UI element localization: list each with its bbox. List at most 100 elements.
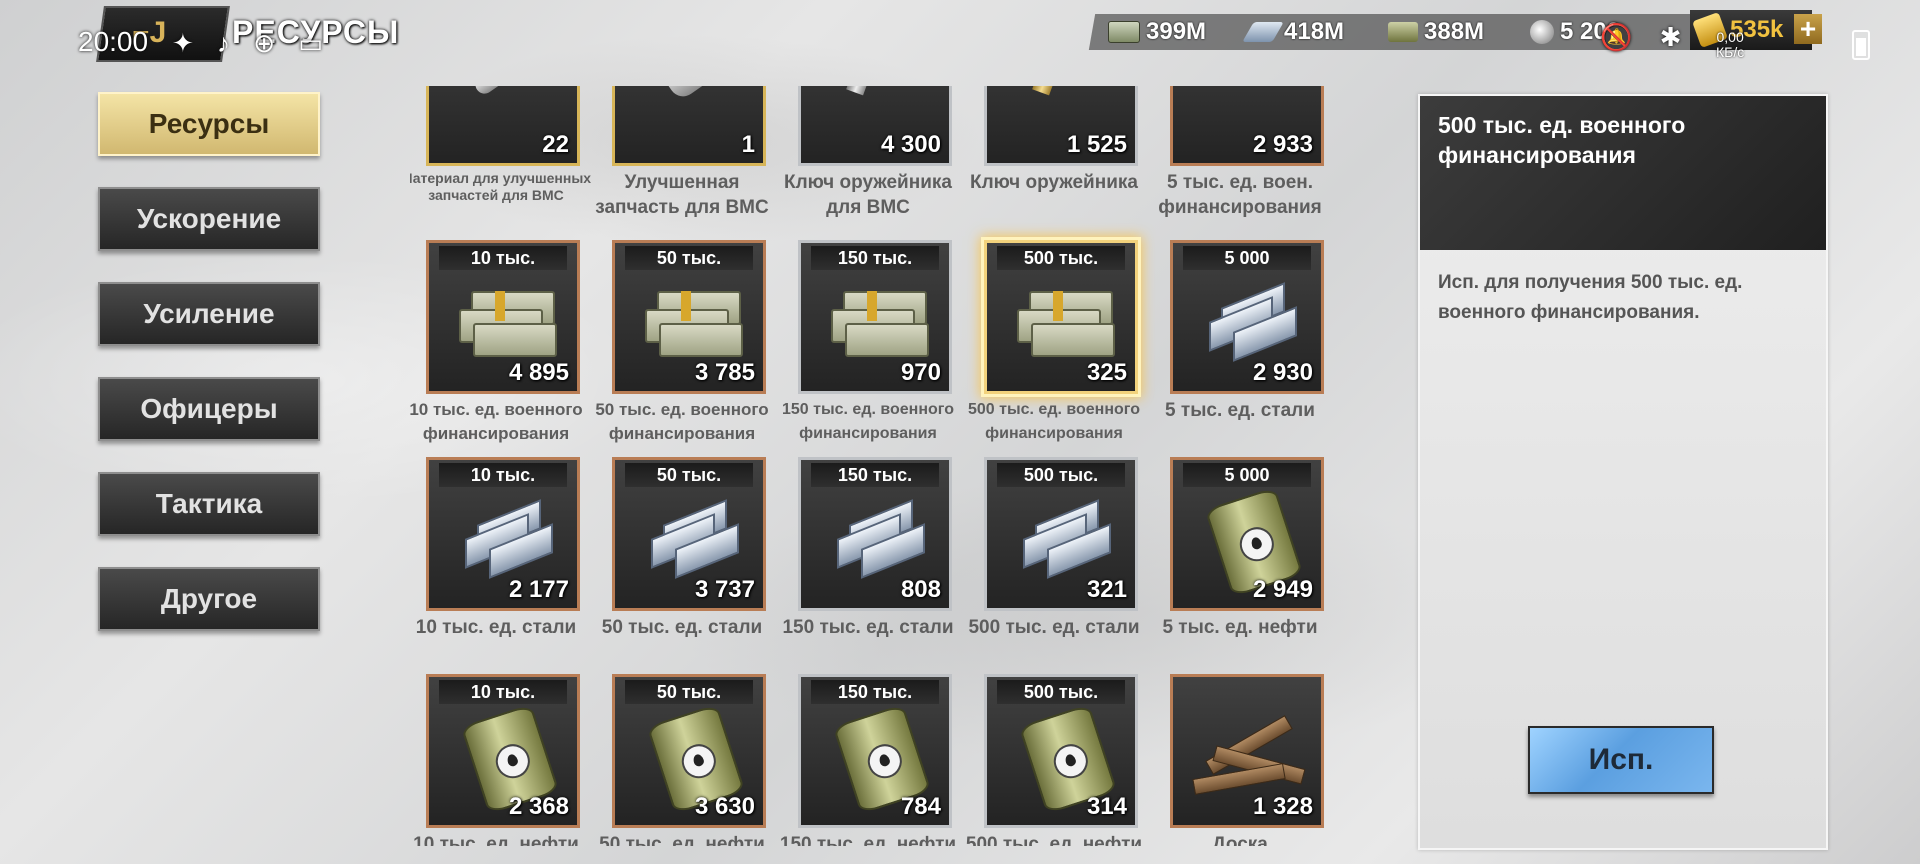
item-name: 10 тыс. ед. стали: [415, 617, 577, 638]
item-badge: 150 тыс.: [811, 463, 939, 487]
item-badge: 50 тыс.: [625, 463, 753, 487]
item-count: 2 930: [1252, 359, 1313, 386]
item-name: 150 тыс. ед. нефти: [779, 834, 957, 846]
item-cell[interactable]: 2 933 5 тыс. ед. воен. финансирования: [1154, 86, 1326, 228]
resource-money-value: 399M: [1146, 18, 1207, 45]
item-badge: 500 тыс.: [997, 463, 1125, 487]
item-cell[interactable]: 500 тыс. 314 500 тыс. ед. нефти: [966, 674, 1142, 846]
item-name: 50 тыс. ед. военного финансирования: [595, 400, 769, 443]
item-badge: 500 тыс.: [997, 246, 1125, 270]
item-tile[interactable]: 500 тыс. 325: [984, 240, 1138, 394]
item-tile[interactable]: 4 300: [798, 86, 952, 166]
item-detail-panel: 500 тыс. ед. военного финансирования Исп…: [1418, 94, 1828, 850]
wood-planks-icon: [1192, 715, 1313, 797]
item-cell[interactable]: 500 тыс. 321 500 тыс. ед. стали: [968, 457, 1140, 673]
item-tile[interactable]: 10 тыс. 4 895: [426, 240, 580, 394]
item-tile[interactable]: 10 тыс. 2 177: [426, 457, 580, 611]
steel-icon: [1242, 22, 1284, 42]
resource-steel[interactable]: 418M: [1242, 14, 1345, 50]
sidebar-item-other[interactable]: Другое: [98, 567, 320, 631]
cash-icon: [831, 291, 929, 357]
item-tile[interactable]: 50 тыс. 3 630: [612, 674, 766, 828]
item-badge: 5 000: [1183, 463, 1311, 487]
item-tile[interactable]: 50 тыс. 3 737: [612, 457, 766, 611]
item-cell[interactable]: 1 Улучшенная запчасть для ВМС: [595, 86, 769, 228]
item-grid[interactable]: 22 Материал для улучшенных запчастей для…: [410, 86, 1344, 846]
item-count: 784: [900, 793, 941, 820]
item-count: 4 300: [880, 131, 941, 158]
item-cell[interactable]: 50 тыс. 3 630 50 тыс. ед. нефти: [596, 674, 768, 846]
item-name: Ключ оружейника: [970, 172, 1138, 193]
money-icon: [1108, 21, 1140, 43]
silver-key-icon: [846, 86, 894, 96]
sidebar-item-officers[interactable]: Офицеры: [98, 377, 320, 441]
detail-title: 500 тыс. ед. военного финансирования: [1438, 112, 1686, 168]
item-cell[interactable]: 1 525 Ключ оружейника: [968, 86, 1140, 228]
item-cell[interactable]: 150 тыс. 808 150 тыс. ед. стали: [782, 457, 954, 673]
steel-icon: [641, 499, 741, 579]
resource-steel-value: 418M: [1284, 18, 1345, 45]
item-name: Материал для улучшенных запчастей для ВМ…: [410, 170, 592, 203]
resource-oil-value: 388M: [1424, 18, 1485, 45]
item-cell[interactable]: 5 000 2 949 5 тыс. ед. нефти: [1154, 457, 1326, 673]
item-count: 2 933: [1252, 131, 1313, 158]
item-cell[interactable]: 5 000 2 930 5 тыс. ед. стали: [1154, 240, 1326, 456]
item-cell[interactable]: 10 тыс. 4 895 10 тыс. ед. военного финан…: [410, 240, 583, 456]
use-button[interactable]: Исп.: [1528, 726, 1714, 794]
network-speed-value: 0,00: [1716, 29, 1744, 45]
sidebar-item-speedup[interactable]: Ускорение: [98, 187, 320, 251]
item-tile[interactable]: 500 тыс. 321: [984, 457, 1138, 611]
item-badge: 150 тыс.: [811, 680, 939, 704]
item-count: 3 785: [694, 359, 755, 386]
item-cell[interactable]: 4 300 Ключ оружейника для ВМС: [782, 86, 954, 228]
item-tile[interactable]: 1 525: [984, 86, 1138, 166]
item-cell[interactable]: 50 тыс. 3 785 50 тыс. ед. военного финан…: [595, 240, 769, 456]
item-badge: 10 тыс.: [439, 680, 567, 704]
item-count: 3 630: [694, 793, 755, 820]
item-cell[interactable]: 150 тыс. 970 150 тыс. ед. военного финан…: [782, 240, 954, 456]
item-tile[interactable]: 50 тыс. 3 785: [612, 240, 766, 394]
item-cell[interactable]: 1 328 Доска: [1154, 674, 1326, 846]
sidebar-item-boost[interactable]: Усиление: [98, 282, 320, 346]
item-tile[interactable]: 150 тыс. 808: [798, 457, 952, 611]
item-name: 5 тыс. ед. нефти: [1162, 617, 1318, 638]
item-cell[interactable]: 10 тыс. 2 368 10 тыс. ед. нефти: [410, 674, 582, 846]
cash-icon: [1017, 291, 1115, 357]
item-cell[interactable]: 10 тыс. 2 177 10 тыс. ед. стали: [410, 457, 582, 673]
item-cell[interactable]: 22 Материал для улучшенных запчастей для…: [410, 86, 591, 228]
item-tile[interactable]: 5 000 2 949: [1170, 457, 1324, 611]
item-badge: 10 тыс.: [439, 463, 567, 487]
item-tile[interactable]: 2 933: [1170, 86, 1324, 166]
cash-icon: [459, 291, 557, 357]
item-name: 5 тыс. ед. воен. финансирования: [1158, 172, 1322, 218]
add-gold-button[interactable]: +: [1794, 14, 1822, 44]
item-cell[interactable]: 50 тыс. 3 737 50 тыс. ед. стали: [596, 457, 768, 673]
steel-icon: [1199, 282, 1299, 362]
item-tile[interactable]: 150 тыс. 970: [798, 240, 952, 394]
item-cell[interactable]: 150 тыс. 784 150 тыс. ед. нефти: [780, 674, 956, 846]
item-tile[interactable]: 150 тыс. 784: [798, 674, 952, 828]
steel-icon: [1013, 499, 1113, 579]
item-tile[interactable]: 500 тыс. 314: [984, 674, 1138, 828]
item-tile[interactable]: 5 000 2 930: [1170, 240, 1324, 394]
item-count: 1 525: [1066, 131, 1127, 158]
resource-money[interactable]: 399M: [1108, 14, 1206, 50]
item-tile[interactable]: 1: [612, 86, 766, 166]
item-count: 808: [900, 576, 941, 603]
resource-oil[interactable]: 388M: [1388, 14, 1484, 50]
helmet-icon: [1530, 20, 1554, 44]
top-bar: ⌐J РЕСУРСЫ 20:00 ✦ ♪ ⊕ ▭ 399M 418M 388M …: [0, 0, 1920, 70]
item-name: 500 тыс. ед. стали: [968, 617, 1140, 638]
item-name: Улучшенная запчасть для ВМС: [595, 172, 769, 218]
item-tile[interactable]: 10 тыс. 2 368: [426, 674, 580, 828]
sidebar-item-resources[interactable]: Ресурсы: [98, 92, 320, 156]
item-cell-selected[interactable]: 500 тыс. 325 500 тыс. ед. военного финан…: [968, 240, 1140, 456]
network-speed-unit: КБ/с: [1716, 44, 1745, 60]
gold-key-icon: [1032, 86, 1080, 96]
item-name: 10 тыс. ед. нефти: [413, 834, 579, 846]
item-tile[interactable]: 22: [426, 86, 580, 166]
item-tile[interactable]: 1 328: [1170, 674, 1324, 828]
item-count: 3 737: [694, 576, 755, 603]
sidebar-item-tactics[interactable]: Тактика: [98, 472, 320, 536]
item-badge: 500 тыс.: [997, 680, 1125, 704]
